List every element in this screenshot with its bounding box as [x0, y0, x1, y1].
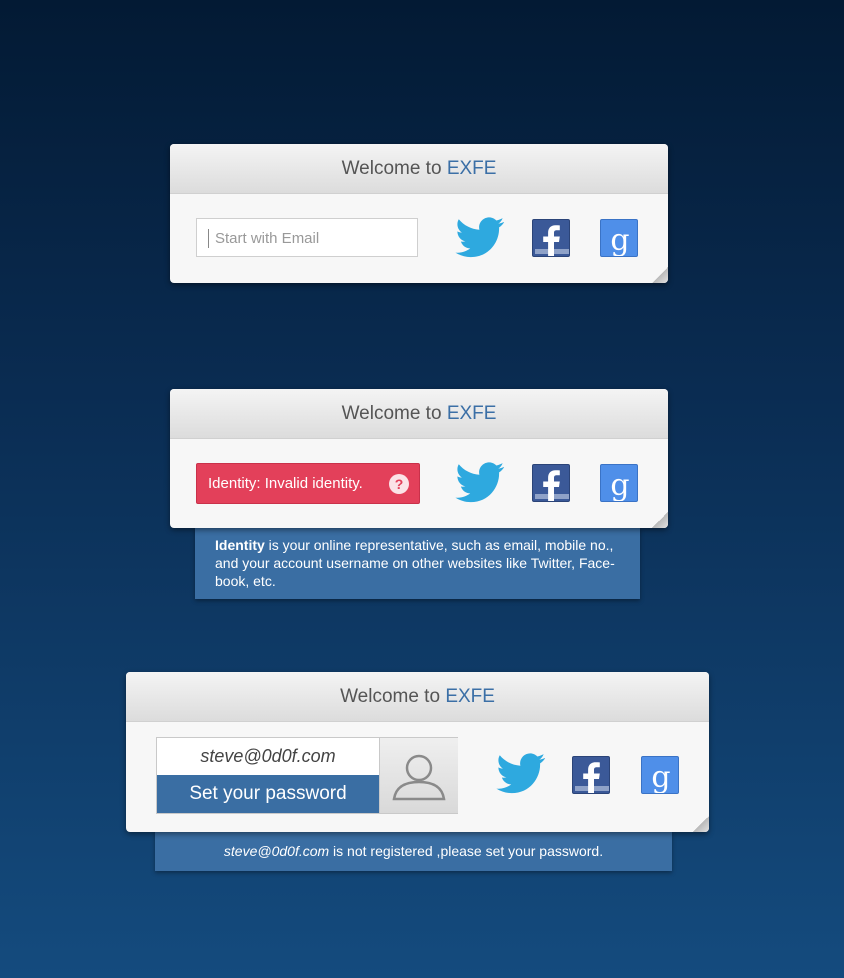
brand-name: EXFE — [446, 403, 497, 424]
identity-error-field[interactable]: Identity: Invalid identity. ? — [196, 463, 420, 504]
login-panel-set-password: Welcome to EXFE steve@0d0f.com Set your … — [126, 672, 709, 832]
tooltip-bold-term: Identity — [215, 537, 265, 553]
text-caret — [208, 229, 209, 248]
registration-notice: steve@0d0f.com is not registered ,please… — [155, 831, 672, 871]
notice-email: steve@0d0f.com — [223, 843, 330, 859]
tooltip-line-3: book, etc. — [215, 573, 276, 589]
panel-header: Welcome to EXFE — [170, 389, 668, 439]
error-message: Identity: Invalid identity. — [208, 475, 363, 492]
email-display[interactable]: steve@0d0f.com — [157, 738, 379, 775]
user-avatar-icon[interactable] — [379, 738, 458, 813]
brand-name: EXFE — [445, 686, 495, 707]
email-input[interactable]: Start with Email — [196, 218, 418, 257]
set-password-button[interactable]: Set your password — [157, 775, 379, 813]
brand-name: EXFE — [446, 158, 497, 179]
svg-text:g: g — [610, 223, 629, 257]
page-curl-corner — [652, 512, 668, 528]
facebook-icon[interactable] — [532, 219, 570, 257]
email-placeholder: Start with Email — [215, 230, 320, 247]
twitter-icon[interactable] — [496, 753, 546, 800]
login-panel-start: Welcome to EXFE Start with Email g — [170, 144, 668, 283]
identity-help-tooltip: Identity is your online representative, … — [195, 527, 640, 599]
google-icon[interactable]: g — [600, 464, 638, 502]
facebook-icon[interactable] — [532, 464, 570, 502]
facebook-icon[interactable] — [572, 756, 610, 794]
svg-text:g: g — [651, 760, 670, 794]
page-curl-corner — [693, 816, 709, 832]
panel-header: Welcome to EXFE — [126, 672, 709, 722]
page-curl-corner — [652, 267, 668, 283]
google-icon[interactable]: g — [641, 756, 679, 794]
panel-header: Welcome to EXFE — [170, 144, 668, 194]
twitter-icon[interactable] — [455, 217, 505, 264]
welcome-text: Welcome to — [341, 403, 442, 424]
welcome-text: Welcome to — [340, 686, 441, 707]
google-icon[interactable]: g — [600, 219, 638, 257]
tooltip-line-1: is your online representative, such as e… — [264, 537, 614, 553]
twitter-icon[interactable] — [455, 462, 505, 509]
tooltip-line-2: and your account username on other websi… — [215, 555, 615, 571]
help-icon[interactable]: ? — [389, 474, 409, 494]
credential-box: steve@0d0f.com Set your password — [156, 737, 458, 814]
notice-text: is not registered ,please set your passw… — [329, 843, 604, 859]
welcome-text: Welcome to — [341, 158, 442, 179]
login-panel-error: Welcome to EXFE Identity: Invalid identi… — [170, 389, 668, 528]
svg-text:g: g — [610, 468, 629, 502]
